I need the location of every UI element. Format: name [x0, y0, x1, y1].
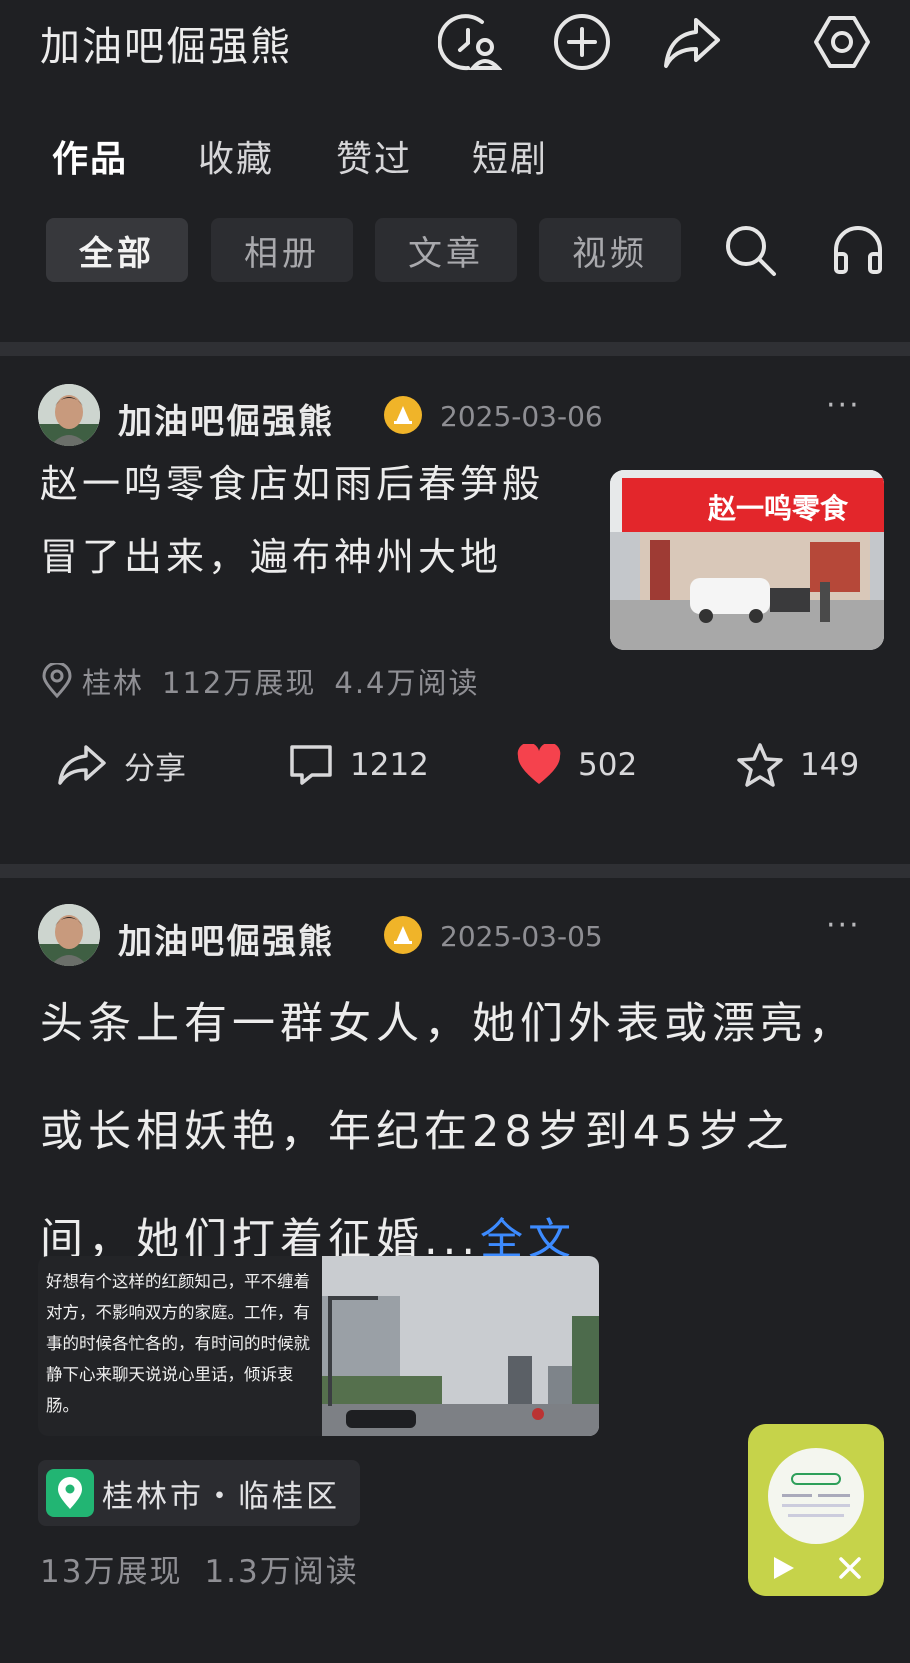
star-icon [737, 743, 783, 787]
location-pin-icon [42, 663, 72, 699]
settings-icon[interactable] [810, 10, 874, 74]
post-thumbnail[interactable]: 赵一鸣零食 [610, 470, 884, 650]
heart-icon [517, 744, 561, 784]
more-options-icon[interactable]: ··· [826, 388, 861, 423]
filter-video[interactable]: 视频 [539, 218, 681, 282]
tab-liked[interactable]: 赞过 [336, 130, 412, 182]
post-text[interactable]: 头条上有一群女人，她们外表或漂亮，或长相妖艳，年纪在28岁到45岁之间，她们打着… [40, 970, 876, 1294]
post-text-body: 头条上有一群女人，她们外表或漂亮，或长相妖艳，年纪在28岁到45岁之间，她们打着… [40, 999, 856, 1265]
share-label: 分享 [124, 750, 186, 787]
search-icon[interactable] [718, 218, 782, 282]
post-reads: 4.4万阅读 [334, 666, 480, 700]
filter-chips: 全部 相册 文章 视频 [0, 218, 910, 284]
section-divider [0, 342, 910, 356]
tab-short-drama[interactable]: 短剧 [472, 130, 548, 182]
like-button[interactable]: 502 [516, 730, 637, 800]
filter-article[interactable]: 文章 [375, 218, 517, 282]
author-name[interactable]: 加油吧倔强熊 [118, 394, 334, 443]
share-button[interactable]: 分享 [56, 730, 186, 800]
filter-all[interactable]: 全部 [46, 218, 188, 282]
verified-badge-icon [384, 396, 422, 434]
history-user-icon[interactable] [438, 10, 502, 74]
content-tabs: 作品 收藏 赞过 短剧 [0, 130, 910, 190]
post-card[interactable]: 加油吧倔强熊 2025-03-06 ··· 赵一鸣零食店如雨后春笋般冒了出来，遍… [0, 356, 910, 864]
comment-count: 1212 [350, 747, 429, 783]
post-text[interactable]: 赵一鸣零食店如雨后春笋般冒了出来，遍布神州大地 [40, 448, 580, 594]
post-actions: 分享 1212 502 149 [0, 730, 910, 800]
like-count: 502 [578, 747, 638, 783]
more-options-icon[interactable]: ··· [826, 908, 861, 943]
quote-image[interactable]: 好想有个这样的红颜知己，平不缠着对方，不影响双方的家庭。工作，有事的时候各忙各的… [38, 1256, 322, 1436]
page-title: 加油吧倔强熊 [40, 24, 292, 70]
section-divider [0, 864, 910, 878]
floating-mini-player[interactable] [748, 1424, 884, 1596]
location-chip[interactable]: 桂林市・临桂区 [38, 1460, 360, 1526]
image-quote-text: 好想有个这样的红颜知己，平不缠着对方，不影响双方的家庭。工作，有事的时候各忙各的… [46, 1272, 310, 1415]
location-pin-icon [46, 1469, 94, 1517]
post-date: 2025-03-05 [440, 920, 603, 953]
post-views: 13万展现 [40, 1554, 183, 1590]
post-stats: 13万展现 1.3万阅读 [40, 1546, 359, 1591]
filter-album[interactable]: 相册 [211, 218, 353, 282]
tab-favorites[interactable]: 收藏 [198, 130, 274, 182]
tab-works[interactable]: 作品 [52, 130, 128, 182]
street-photo[interactable] [322, 1256, 599, 1436]
favorite-count: 149 [800, 747, 860, 783]
play-icon[interactable] [766, 1552, 798, 1584]
plus-circle-icon[interactable] [550, 10, 614, 74]
author-name[interactable]: 加油吧倔强熊 [118, 914, 334, 963]
location-chip-label: 桂林市・临桂区 [102, 1478, 340, 1515]
verified-badge-icon [384, 916, 422, 954]
close-icon[interactable] [836, 1554, 864, 1582]
top-bar: 加油吧倔强熊 [0, 0, 910, 90]
post-location[interactable]: 桂林 [82, 660, 144, 702]
comment-button[interactable]: 1212 [288, 730, 429, 800]
mini-player-thumbnail[interactable] [768, 1448, 864, 1544]
headphones-icon[interactable] [826, 218, 890, 282]
favorite-button[interactable]: 149 [736, 730, 859, 800]
comment-icon [290, 745, 332, 785]
post-stats: 桂林 112万展现 4.4万阅读 [40, 660, 480, 702]
share-icon[interactable] [660, 10, 724, 74]
share-icon [58, 745, 106, 785]
shop-sign-text: 赵一鸣零食 [707, 492, 849, 525]
avatar[interactable] [38, 384, 100, 446]
post-date: 2025-03-06 [440, 400, 603, 433]
post-reads: 1.3万阅读 [204, 1554, 359, 1590]
post-views: 112万展现 [162, 666, 317, 700]
avatar[interactable] [38, 904, 100, 966]
